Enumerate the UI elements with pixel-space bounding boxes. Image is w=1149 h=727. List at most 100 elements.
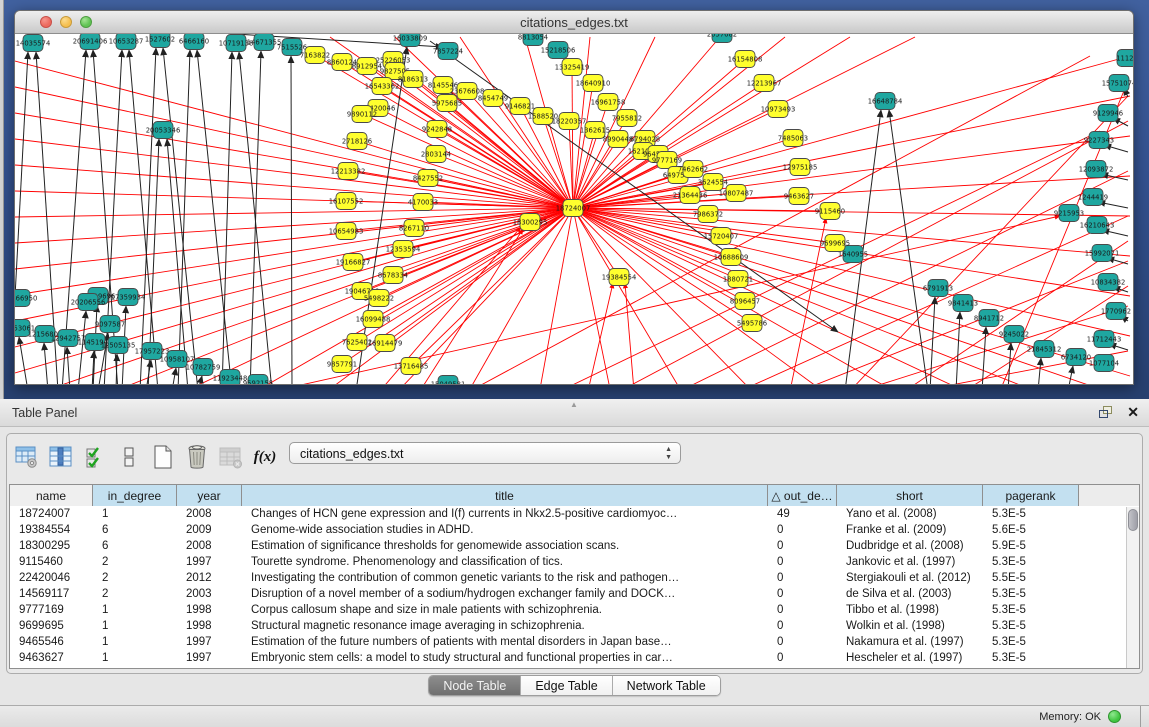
table-cell[interactable]: 5.3E-5 [983,618,1079,634]
graph-node[interactable]: 9592155 [243,375,273,385]
table-cell[interactable]: Hescheler et al. (1997) [837,650,983,666]
table-row[interactable]: 977716911998Corpus callosum shape and si… [10,602,1139,618]
table-cell[interactable]: Genome-wide association studies in ADHD. [242,522,768,538]
table-cell[interactable]: Stergiakouli et al. (2012) [837,570,983,586]
table-cell[interactable]: Franke et al. (2009) [837,522,983,538]
table-cell[interactable]: 1997 [177,554,242,570]
table-cell[interactable]: 22420046 [10,570,93,586]
network-window[interactable]: citations_edges.txt [14,10,1134,385]
table-cell[interactable]: Structural magnetic resonance image aver… [242,618,768,634]
graph-node[interactable]: 15992071 [1085,245,1120,262]
table-cell[interactable]: 0 [768,602,837,618]
graph-node[interactable]: 15218506 [541,42,576,59]
table-cell[interactable]: 2 [93,554,177,570]
table-cell[interactable]: 2008 [177,538,242,554]
table-cell[interactable]: 9463627 [10,650,93,666]
table-cell[interactable]: 5.3E-5 [983,634,1079,650]
table-cell[interactable]: 1 [93,506,177,522]
table-cell[interactable]: 2 [93,570,177,586]
graph-node[interactable]: 9097587 [95,316,125,333]
graph-node[interactable]: 10654983 [329,223,364,240]
left-panel-edge[interactable] [0,0,4,399]
graph-node[interactable]: 9841413 [948,295,978,312]
table-cell[interactable]: Tibbo et al. (1998) [837,602,983,618]
graph-node[interactable]: 8427552 [413,170,443,187]
graph-node[interactable]: 9857791 [327,356,357,373]
close-panel-icon[interactable]: ✕ [1127,404,1139,420]
table-cell[interactable]: 5.3E-5 [983,506,1079,522]
table-cell[interactable]: Investigating the contribution of common… [242,570,768,586]
table-cell[interactable]: 5.6E-5 [983,522,1079,538]
table-cell[interactable]: 5.3E-5 [983,602,1079,618]
table-cell[interactable]: Corpus callosum shape and size in male p… [242,602,768,618]
table-row[interactable]: 911546021997Tourette syndrome. Phenomeno… [10,554,1139,570]
table-cell[interactable]: 5.3E-5 [983,586,1079,602]
graph-node[interactable]: 1527602 [145,34,175,48]
graph-node[interactable]: 10834382 [1091,274,1126,291]
graph-node[interactable]: 17359934 [111,289,146,306]
table-cell[interactable]: 1 [93,602,177,618]
graph-node[interactable]: 12093872 [1079,161,1114,178]
column-header[interactable]: title [242,485,768,506]
table-cell[interactable]: 1 [93,618,177,634]
table-cell[interactable]: 5.5E-5 [983,570,1079,586]
graph-node[interactable]: 13325419 [555,59,590,76]
table-row[interactable]: 2242004622012Investigating the contribut… [10,570,1139,586]
table-body[interactable]: 1872400712008Changes of HCN gene express… [10,506,1139,666]
graph-node[interactable]: 9245022 [999,326,1029,343]
row-height-icon[interactable] [117,444,141,470]
graph-node[interactable]: 6466160 [179,34,209,50]
graph-node[interactable]: 12975185 [783,159,818,176]
graph-node[interactable]: 10653287 [109,34,144,50]
table-cell[interactable]: Disruption of a novel member of a sodium… [242,586,768,602]
table-cell[interactable]: Embryonic stem cells: a model to study s… [242,650,768,666]
graph-node[interactable]: 7986372 [693,206,723,223]
graph-node[interactable]: 19384554 [602,269,637,286]
graph-node[interactable]: 7857224 [433,43,463,60]
network-window-titlebar[interactable]: citations_edges.txt [15,11,1133,34]
graph-node[interactable]: 12213382 [331,163,366,180]
table-settings-icon[interactable] [15,444,39,470]
table-cell[interactable]: 9777169 [10,602,93,618]
table-cell[interactable]: 6 [93,538,177,554]
table-row[interactable]: 946554611997Estimation of the future num… [10,634,1139,650]
graph-node[interactable]: 5495786 [737,315,767,332]
tab-node-table[interactable]: Node Table [429,676,521,695]
table-cell[interactable]: 18300295 [10,538,93,554]
graph-node[interactable]: 1077104 [1089,355,1119,372]
graph-node[interactable]: 8267110 [399,220,429,237]
select-columns-icon[interactable] [49,444,73,470]
table-vertical-scrollbar[interactable] [1126,507,1139,668]
graph-node[interactable]: 15049581 [431,376,466,385]
graph-node[interactable]: 16914479 [368,335,403,352]
table-cell[interactable]: 1 [93,634,177,650]
graph-node[interactable]: 7955812 [612,110,642,127]
table-cell[interactable]: 5.9E-5 [983,538,1079,554]
table-panel-header[interactable]: Table Panel ▲ ✕ [0,399,1149,427]
table-cell[interactable]: 0 [768,634,837,650]
graph-node[interactable]: 1770962 [1101,303,1131,320]
table-cell[interactable]: 0 [768,570,837,586]
graph-node[interactable]: 8813054 [518,34,548,46]
table-cell[interactable]: Tourette syndrome. Phenomenology and cla… [242,554,768,570]
table-cell[interactable]: 1997 [177,650,242,666]
graph-node[interactable]: 9115460 [815,203,845,220]
column-header[interactable]: short [837,485,983,506]
table-cell[interactable]: 0 [768,554,837,570]
table-cell[interactable]: 14569117 [10,586,93,602]
function-builder-icon[interactable]: f(x) [253,444,277,470]
column-header[interactable]: △ out_de… [768,485,837,506]
table-cell[interactable]: 18724007 [10,506,93,522]
graph-node[interactable]: 2718126 [342,133,372,150]
table-cell[interactable]: 0 [768,586,837,602]
table-cell[interactable]: 2009 [177,522,242,538]
graph-node[interactable]: 20691406 [73,34,108,50]
graph-node[interactable]: 16154808 [728,51,763,68]
table-row[interactable]: 969969511998Structural magnetic resonanc… [10,618,1139,634]
select-all-rows-icon[interactable] [83,444,107,470]
table-cell[interactable]: Jankovic et al. (1997) [837,554,983,570]
graph-node[interactable]: 7485063 [778,130,808,147]
graph-node[interactable]: 16210643 [1080,217,1115,234]
table-cell[interactable]: Estimation of the future numbers of pati… [242,634,768,650]
table-cell[interactable]: 0 [768,538,837,554]
